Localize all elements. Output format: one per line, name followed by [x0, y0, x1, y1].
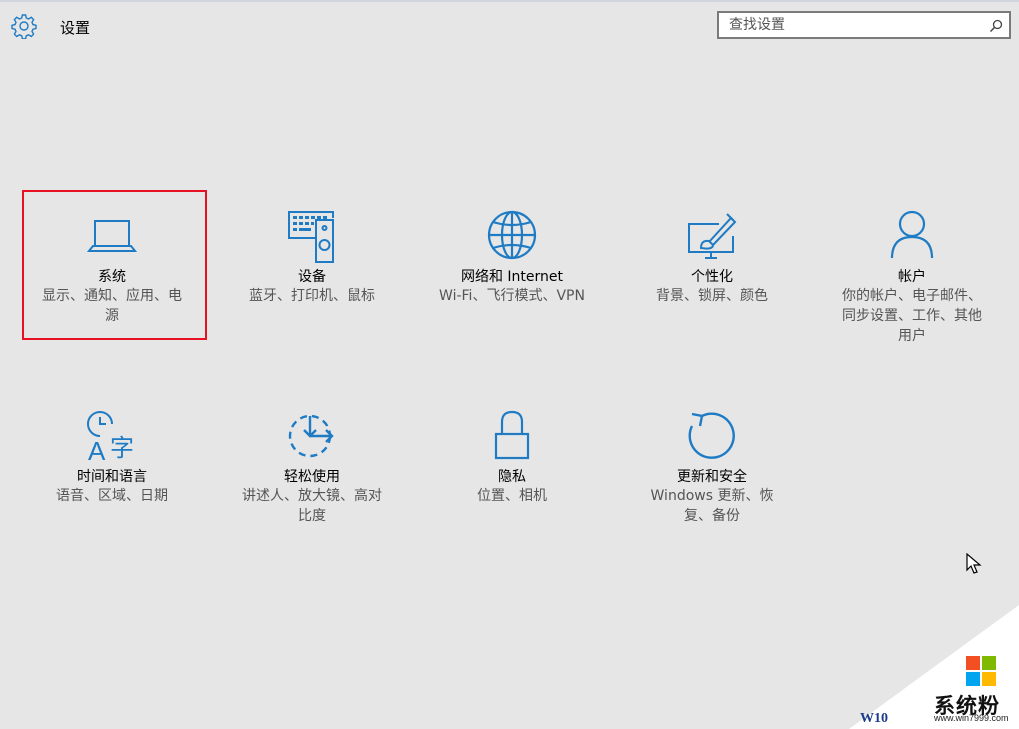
tile-title: 更新和安全 — [677, 469, 747, 485]
tile-description-line: 比度 — [298, 508, 326, 524]
tile-title: 网络和 Internet — [460, 269, 564, 285]
tile-ease-of-access[interactable]: 轻松使用 讲述人、放大镜、高对 比度 — [219, 410, 405, 526]
ease-of-access-icon — [219, 410, 405, 466]
tile-description-line: 讲述人、放大镜、高对 — [242, 488, 382, 504]
tile-description-line: Wi-Fi、飞行模式、VPN — [439, 288, 585, 304]
lock-icon — [419, 410, 605, 466]
svg-text:A: A — [88, 436, 106, 466]
tile-description-line: 复、备份 — [684, 508, 740, 524]
tile-icon-glyph: 字 — [110, 434, 134, 462]
watermark-url: www.win7999.com — [934, 713, 1009, 723]
devices-icon — [219, 210, 405, 266]
tile-personalization[interactable]: 个性化 背景、锁屏、颜色 — [619, 210, 805, 306]
tile-devices[interactable]: 设备 蓝牙、打印机、鼠标 — [219, 210, 405, 306]
tile-accounts[interactable]: 帐户 你的帐户、电子邮件、 同步设置、工作、其他 用户 — [819, 210, 1005, 346]
search-input[interactable] — [719, 13, 989, 37]
tile-time-language[interactable]: A 字 时间和语言 语音、区域、日期 — [19, 410, 205, 506]
tile-description-line: 语音、区域、日期 — [56, 488, 168, 504]
tile-update-security[interactable]: 更新和安全 Windows 更新、恢 复、备份 — [619, 410, 805, 526]
tile-description-line: 同步设置、工作、其他 — [842, 308, 982, 324]
tile-description-line: Windows 更新、恢 — [650, 488, 774, 504]
watermark-corner-text: W10 — [860, 711, 888, 726]
account-icon — [819, 210, 1005, 266]
gear-icon[interactable] — [11, 13, 37, 40]
time-language-icon: A 字 — [19, 410, 205, 466]
update-icon — [619, 410, 805, 466]
tile-network-internet[interactable]: 网络和 Internet Wi-Fi、飞行模式、VPN — [419, 210, 605, 306]
tile-description-line: 蓝牙、打印机、鼠标 — [249, 288, 375, 304]
tile-description-line: 你的帐户、电子邮件、 — [842, 288, 982, 304]
tile-privacy[interactable]: 隐私 位置、相机 — [419, 410, 605, 506]
tile-title: 帐户 — [898, 269, 926, 285]
tile-title: 个性化 — [691, 269, 733, 285]
page-title: 设置 — [60, 19, 91, 37]
tile-title: 隐私 — [498, 469, 526, 485]
tile-title: 设备 — [298, 269, 326, 285]
tile-title: 时间和语言 — [77, 469, 147, 485]
tile-description-line: 用户 — [898, 328, 926, 344]
tile-description-line: 位置、相机 — [477, 488, 547, 504]
mouse-cursor-icon — [966, 552, 982, 579]
globe-icon — [419, 210, 605, 266]
window-top-border — [0, 0, 1019, 2]
tile-description-line: 背景、锁屏、颜色 — [656, 288, 768, 304]
search-box[interactable] — [717, 11, 1011, 39]
windows-logo-icon — [966, 656, 996, 686]
personalization-icon — [619, 210, 805, 266]
tile-title: 轻松使用 — [284, 469, 340, 485]
search-icon[interactable] — [989, 18, 1003, 33]
selection-highlight — [22, 190, 207, 340]
